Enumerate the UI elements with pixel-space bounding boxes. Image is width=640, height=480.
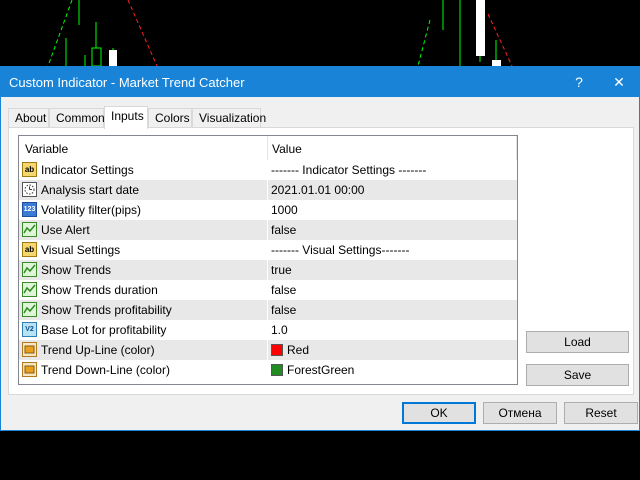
close-button[interactable]: ✕ (599, 67, 639, 97)
trend-line (417, 19, 431, 67)
variable-cell: Visual Settings (41, 243, 121, 257)
table-row[interactable]: 123 Volatility filter(pips) 1000 (19, 200, 517, 220)
value-cell[interactable]: ------- Indicator Settings ------- (271, 163, 426, 177)
datetime-icon (22, 182, 37, 197)
inputs-table: Variable Value ab Indicator Settings ---… (18, 135, 518, 385)
candle-body (91, 47, 102, 67)
cell-divider (267, 260, 268, 280)
variable-cell: Trend Up-Line (color) (41, 343, 155, 357)
value-cell[interactable]: ------- Visual Settings------- (271, 243, 409, 257)
color-swatch (271, 364, 283, 376)
save-button[interactable]: Save (526, 364, 629, 386)
integer-icon: 123 (22, 202, 37, 217)
value-cell[interactable]: false (271, 223, 296, 237)
title-bar[interactable]: Custom Indicator - Market Trend Catcher … (1, 67, 639, 97)
value-cell[interactable]: Red (271, 343, 309, 357)
color-swatch (271, 344, 283, 356)
column-header-variable[interactable]: Variable (25, 142, 68, 156)
cell-divider (267, 280, 268, 300)
help-button[interactable]: ? (559, 67, 599, 97)
window-title: Custom Indicator - Market Trend Catcher (9, 75, 245, 90)
cell-divider (267, 340, 268, 360)
variable-cell: Use Alert (41, 223, 90, 237)
cell-divider (267, 180, 268, 200)
trend-line (487, 13, 513, 67)
variable-cell: Base Lot for profitability (41, 323, 167, 337)
boolean-icon (22, 222, 37, 237)
value-cell[interactable]: true (271, 263, 292, 277)
column-separator[interactable] (267, 136, 268, 160)
boolean-icon (22, 262, 37, 277)
table-row[interactable]: Show Trends duration false (19, 280, 517, 300)
ab-text-icon: ab (22, 242, 37, 257)
cancel-button[interactable]: Отмена (483, 402, 557, 424)
tab-common[interactable]: Common (49, 108, 105, 128)
column-separator (516, 136, 517, 160)
table-row[interactable]: Analysis start date 2021.01.01 00:00 (19, 180, 517, 200)
load-button[interactable]: Load (526, 331, 629, 353)
color-icon (22, 362, 37, 377)
ok-button[interactable]: OK (402, 402, 476, 424)
cell-divider (267, 300, 268, 320)
color-icon (22, 342, 37, 357)
cell-divider (267, 220, 268, 240)
value-cell[interactable]: false (271, 303, 296, 317)
variable-cell: Show Trends (41, 263, 112, 277)
tab-about[interactable]: About (8, 108, 49, 128)
table-row[interactable]: ab Visual Settings ------- Visual Settin… (19, 240, 517, 260)
tab-visualization[interactable]: Visualization (192, 108, 266, 128)
value-cell[interactable]: 1.0 (271, 323, 288, 337)
table-row[interactable]: Use Alert false (19, 220, 517, 240)
table-row[interactable]: Trend Down-Line (color) ForestGreen (19, 360, 517, 380)
cell-divider (267, 240, 268, 260)
double-icon: V2 (22, 322, 37, 337)
table-row[interactable]: Trend Up-Line (color) Red (19, 340, 517, 360)
cell-divider (267, 160, 268, 180)
table-row[interactable]: Show Trends profitability false (19, 300, 517, 320)
variable-cell: Volatility filter(pips) (41, 203, 142, 217)
ab-text-icon: ab (22, 162, 37, 177)
table-row[interactable]: ab Indicator Settings ------- Indicator … (19, 160, 517, 180)
variable-cell: Analysis start date (41, 183, 140, 197)
column-header-value[interactable]: Value (272, 142, 302, 156)
candle-body (109, 50, 117, 66)
variable-cell: Show Trends duration (41, 283, 158, 297)
reset-button[interactable]: Reset (564, 402, 638, 424)
boolean-icon (22, 302, 37, 317)
value-cell[interactable]: 1000 (271, 203, 298, 217)
variable-cell: Trend Down-Line (color) (41, 363, 170, 377)
boolean-icon (22, 282, 37, 297)
trend-line (47, 0, 73, 67)
table-row[interactable]: Show Trends true (19, 260, 517, 280)
tab-inputs[interactable]: Inputs (104, 106, 148, 129)
candle-body (476, 0, 485, 56)
color-name: Red (287, 343, 310, 357)
variable-cell: Indicator Settings (41, 163, 134, 177)
cell-divider (267, 320, 268, 340)
variable-cell: Show Trends profitability (41, 303, 172, 317)
table-header: Variable Value (19, 136, 517, 160)
value-cell[interactable]: false (271, 283, 296, 297)
trend-line (127, 0, 158, 67)
table-row[interactable]: V2 Base Lot for profitability 1.0 (19, 320, 517, 340)
value-cell[interactable]: 2021.01.01 00:00 (271, 183, 364, 197)
cell-divider (267, 200, 268, 220)
cell-divider (267, 360, 268, 380)
color-name: ForestGreen (287, 363, 355, 377)
tab-colors[interactable]: Colors (148, 108, 192, 128)
value-cell[interactable]: ForestGreen (271, 363, 354, 377)
